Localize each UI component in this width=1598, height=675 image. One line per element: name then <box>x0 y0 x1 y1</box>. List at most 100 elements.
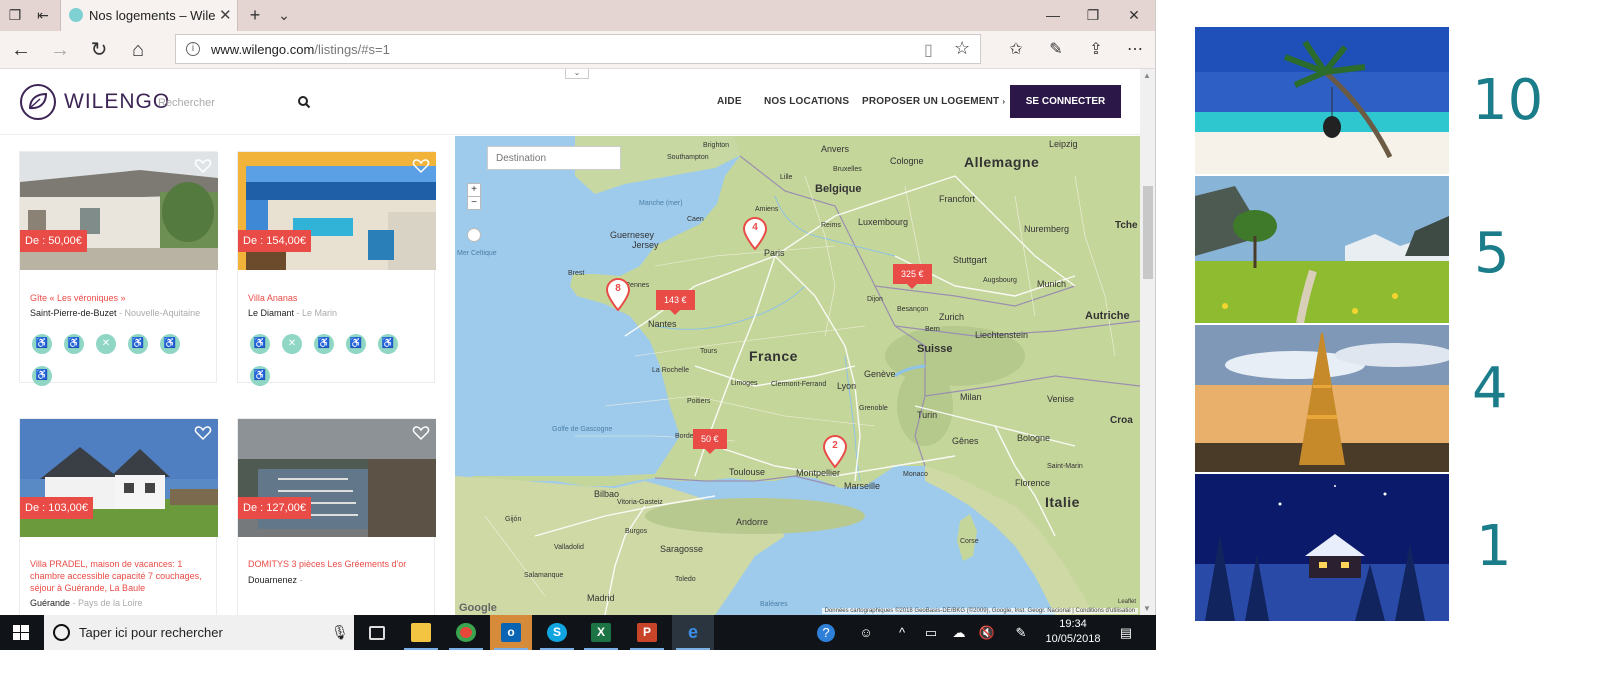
heart-icon[interactable] <box>412 425 430 441</box>
leaflet-label[interactable]: Leaflet <box>1118 599 1136 605</box>
new-tab-icon[interactable]: + <box>246 6 264 24</box>
scroll-up-icon[interactable]: ▲ <box>1143 71 1151 80</box>
tab-manager-icon[interactable]: ❐ <box>6 6 24 24</box>
more-icon[interactable]: ⋯ <box>1123 39 1147 61</box>
taskbar-outlook[interactable]: o <box>490 615 532 650</box>
site-logo[interactable]: WILENGO <box>20 84 170 120</box>
reading-view-icon[interactable]: ▯ <box>924 40 933 60</box>
taskbar-chrome[interactable] <box>445 615 487 650</box>
map-city-label: Nantes <box>648 319 677 329</box>
volume-muted-icon[interactable]: 🔇 <box>978 624 996 642</box>
battery-icon[interactable]: ▭ <box>922 624 940 642</box>
refresh-icon[interactable]: ↻ <box>86 38 112 62</box>
page-scrollbar[interactable]: ▲ ▼ <box>1140 69 1155 615</box>
search-icon[interactable] <box>297 95 311 109</box>
listing-card[interactable]: De : 103,00€ Villa PRADEL, maison de vac… <box>19 418 218 615</box>
nav-proposer-logement[interactable]: PROPOSER UN LOGEMENT › <box>862 96 1005 107</box>
address-bar: ← → ↻ ⌂ i www.wilengo.com/listings/#s=1 … <box>0 31 1155 69</box>
listing-card[interactable]: De : 154,00€ Villa Ananas Le Diamant - L… <box>237 151 436 386</box>
listing-photo[interactable]: De : 103,00€ <box>20 419 218 537</box>
cluster-pin[interactable]: 8 <box>605 277 631 311</box>
set-aside-tabs-icon[interactable]: ⇤ <box>34 6 52 24</box>
listing-title[interactable]: Gîte « Les véroniques » <box>30 292 210 304</box>
map-city-label: Burgos <box>625 528 648 535</box>
chevron-down-icon[interactable]: ⌄ <box>275 6 293 24</box>
collapse-header-icon[interactable]: ⌄ <box>565 69 589 79</box>
forward-icon[interactable]: → <box>47 38 73 62</box>
beach-photo <box>1195 27 1449 174</box>
taskbar-search[interactable]: Taper ici pour rechercher 🎙 <box>44 615 354 650</box>
cluster-pin[interactable]: 4 <box>742 216 768 250</box>
task-view-button[interactable] <box>356 615 398 650</box>
favorite-star-icon[interactable]: ☆ <box>954 38 970 59</box>
scroll-thumb[interactable] <box>1143 186 1153 279</box>
logo-text: WILENGO <box>64 90 171 113</box>
onedrive-icon[interactable]: ☁ <box>950 624 968 642</box>
listing-city: Guérande <box>30 598 71 608</box>
heart-icon[interactable] <box>412 158 430 174</box>
help-icon[interactable]: ? <box>817 624 835 642</box>
google-logo[interactable]: Google <box>459 602 497 614</box>
taskbar-edge[interactable]: e <box>672 615 714 650</box>
destination-input[interactable] <box>487 146 621 170</box>
price-marker[interactable]: 325 € <box>893 264 932 289</box>
price-marker[interactable]: 50 € <box>693 429 727 454</box>
cluster-pin[interactable]: 2 <box>822 434 848 468</box>
people-icon[interactable]: ☺ <box>857 624 875 642</box>
heart-icon[interactable] <box>194 425 212 441</box>
listing-card[interactable]: De : 50,00€ Gîte « Les véroniques » Sain… <box>19 151 218 386</box>
price-marker[interactable]: 143 € <box>656 290 695 315</box>
heart-icon[interactable] <box>194 158 212 174</box>
listing-photo[interactable]: De : 127,00€ <box>238 419 436 537</box>
tab-close-icon[interactable]: ✕ <box>219 6 232 24</box>
taskbar-excel[interactable]: X <box>580 615 622 650</box>
listing-photo[interactable]: De : 154,00€ <box>238 152 436 270</box>
url-field[interactable]: i www.wilengo.com/listings/#s=1 ▯ ☆ <box>175 34 981 64</box>
chevron-right-icon: › <box>1002 97 1006 106</box>
close-window-icon[interactable]: ✕ <box>1119 4 1149 26</box>
taskbar-skype[interactable]: S <box>536 615 578 650</box>
tab-active[interactable]: Nos logements – Wilengo ✕ <box>60 0 238 31</box>
map-city-label: Brest <box>568 270 585 277</box>
listing-title[interactable]: Villa Ananas <box>248 292 428 304</box>
back-icon[interactable]: ← <box>8 38 34 62</box>
map-city-label: Leipzig <box>1049 139 1078 149</box>
listing-location: Douarnenez - <box>248 575 303 585</box>
listing-title[interactable]: Villa PRADEL, maison de vacances: 1 cham… <box>30 558 210 594</box>
start-button[interactable] <box>0 615 42 650</box>
info-icon[interactable]: i <box>186 42 200 56</box>
listing-photo[interactable]: De : 50,00€ <box>20 152 218 270</box>
listing-card[interactable]: De : 127,00€ DOMITYS 3 pièces Les Gréeme… <box>237 418 436 615</box>
listing-title[interactable]: DOMITYS 3 pièces Les Gréements d'or <box>248 558 428 570</box>
powerpoint-icon: P <box>637 623 657 642</box>
chevron-up-icon[interactable]: ^ <box>893 624 911 642</box>
leaf-logo-icon <box>20 84 56 120</box>
url-text[interactable]: www.wilengo.com/listings/#s=1 <box>211 42 390 57</box>
locate-icon[interactable] <box>467 228 481 242</box>
taskbar-explorer[interactable] <box>400 615 442 650</box>
nav-nos-locations[interactable]: NOS LOCATIONS <box>764 96 849 107</box>
favorites-hub-icon[interactable]: ✩ <box>1004 39 1028 61</box>
zoom-out-button[interactable]: − <box>467 196 481 210</box>
url-path: /listings/#s=1 <box>314 42 390 57</box>
nav-aide[interactable]: AIDE <box>717 96 742 107</box>
map-view[interactable]: + − France Allemagne Belgique Suisse Ita… <box>455 136 1140 615</box>
share-icon[interactable]: ⇪ <box>1084 39 1108 61</box>
assisted-amenity-icon: ♿ <box>314 334 334 354</box>
notifications-icon[interactable]: ▤ <box>1117 624 1135 642</box>
clock[interactable]: 19:34 10/05/2018 <box>1040 617 1106 647</box>
pen-workspace-icon[interactable]: ✎ <box>1012 624 1030 642</box>
terms-link[interactable]: Conditions d'utilisation <box>1075 608 1135 614</box>
taskbar-powerpoint[interactable]: P <box>626 615 668 650</box>
login-button[interactable]: SE CONNECTER <box>1010 85 1121 118</box>
pen-icon[interactable]: ✎ <box>1044 39 1068 61</box>
listing-region: - Nouvelle-Aquitaine <box>116 308 201 318</box>
home-icon[interactable]: ⌂ <box>125 38 151 62</box>
restore-icon[interactable]: ❐ <box>1078 4 1108 26</box>
minimize-icon[interactable]: — <box>1038 4 1068 26</box>
map-country-label: Liechtenstein <box>975 330 1029 340</box>
scroll-down-icon[interactable]: ▼ <box>1143 604 1151 613</box>
zoom-in-button[interactable]: + <box>467 183 481 197</box>
site-search-input[interactable] <box>158 95 288 111</box>
microphone-icon[interactable]: 🎙 <box>331 624 349 641</box>
